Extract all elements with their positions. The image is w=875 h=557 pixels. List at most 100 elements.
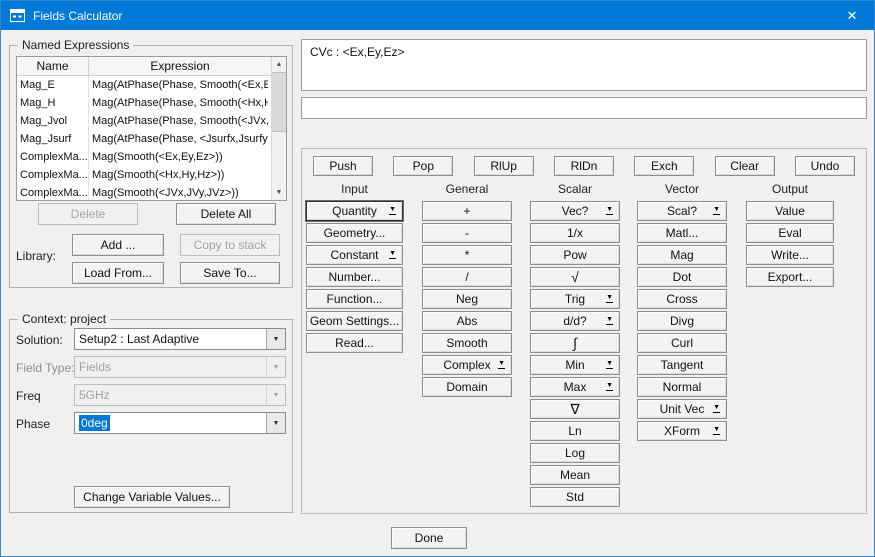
geom-settings-button[interactable]: Geom Settings... bbox=[306, 311, 403, 331]
domain-button[interactable]: Domain bbox=[422, 377, 512, 397]
table-row[interactable]: Mag_Jsurf Mag(AtPhase(Phase, <Jsurfx,Jsu… bbox=[17, 130, 271, 148]
derivative-button[interactable]: d/d? ▼ bbox=[530, 311, 620, 331]
rldn-button[interactable]: RlDn bbox=[554, 156, 614, 176]
table-row[interactable]: ComplexMa... Mag(Smooth(<JVx,JVy,JVz>)) bbox=[17, 184, 271, 201]
scroll-down-icon[interactable]: ▼ bbox=[272, 185, 286, 200]
abs-button[interactable]: Abs bbox=[422, 311, 512, 331]
cell-expression: Mag(AtPhase(Phase, <Jsurfx,Jsurfy,J... bbox=[89, 130, 268, 148]
cell-name: ComplexMa... bbox=[17, 148, 89, 166]
eval-button[interactable]: Eval bbox=[746, 223, 834, 243]
freq-combobox[interactable]: 5GHz ▼ bbox=[74, 384, 286, 406]
solution-label: Solution: bbox=[16, 333, 63, 347]
quantity-button[interactable]: Quantity ▼ bbox=[306, 201, 403, 221]
cell-name: Mag_Jsurf bbox=[17, 130, 89, 148]
table-row[interactable]: Mag_Jvol Mag(AtPhase(Phase, Smooth(<JVx,… bbox=[17, 112, 271, 130]
dot-button[interactable]: Dot bbox=[637, 267, 727, 287]
scroll-thumb[interactable] bbox=[272, 72, 286, 132]
std-button[interactable]: Std bbox=[530, 487, 620, 507]
push-button[interactable]: Push bbox=[313, 156, 373, 176]
table-row[interactable]: Mag_H Mag(AtPhase(Phase, Smooth(<Hx,H... bbox=[17, 94, 271, 112]
close-button[interactable]: ✕ bbox=[830, 1, 874, 30]
nabla-button[interactable]: ∇ bbox=[530, 399, 620, 419]
log-button[interactable]: Log bbox=[530, 443, 620, 463]
save-to-button[interactable]: Save To... bbox=[180, 262, 280, 284]
function-button[interactable]: Function... bbox=[306, 289, 403, 309]
neg-button[interactable]: Neg bbox=[422, 289, 512, 309]
divg-button[interactable]: Divg bbox=[637, 311, 727, 331]
column-header-expression[interactable]: Expression bbox=[89, 57, 271, 75]
multiply-button[interactable]: * bbox=[422, 245, 512, 265]
library-add-button[interactable]: Add ... bbox=[72, 234, 164, 256]
stack-display[interactable]: CVc : <Ex,Ey,Ez> bbox=[301, 39, 867, 91]
constant-button[interactable]: Constant ▼ bbox=[306, 245, 403, 265]
column-header-name[interactable]: Name bbox=[17, 57, 89, 75]
integral-button[interactable]: ∫ bbox=[530, 333, 620, 353]
context-legend: Context: project bbox=[18, 312, 110, 326]
mag-button[interactable]: Mag bbox=[637, 245, 727, 265]
change-variable-values-button[interactable]: Change Variable Values... bbox=[74, 486, 230, 508]
clear-button[interactable]: Clear bbox=[715, 156, 775, 176]
phase-combobox[interactable]: 0deg ▼ bbox=[74, 412, 286, 434]
stack-top-entry[interactable]: CVc : <Ex,Ey,Ez> bbox=[310, 45, 858, 59]
copy-to-stack-button[interactable]: Copy to stack bbox=[180, 234, 280, 256]
scal-button[interactable]: Scal? ▼ bbox=[637, 201, 727, 221]
button-label: d/d? bbox=[563, 314, 586, 328]
write-button[interactable]: Write... bbox=[746, 245, 834, 265]
menu-down-icon: ▼ bbox=[606, 206, 613, 215]
delete-button[interactable]: Delete bbox=[38, 203, 138, 225]
cell-name: Mag_H bbox=[17, 94, 89, 112]
ln-button[interactable]: Ln bbox=[530, 421, 620, 441]
undo-button[interactable]: Undo bbox=[795, 156, 855, 176]
load-from-button[interactable]: Load From... bbox=[72, 262, 164, 284]
min-button[interactable]: Min ▼ bbox=[530, 355, 620, 375]
matl-button[interactable]: Matl... bbox=[637, 223, 727, 243]
normal-button[interactable]: Normal bbox=[637, 377, 727, 397]
button-label: * bbox=[465, 248, 470, 262]
cell-expression: Mag(Smooth(<JVx,JVy,JVz>)) bbox=[89, 184, 268, 201]
tangent-button[interactable]: Tangent bbox=[637, 355, 727, 375]
button-label: Trig bbox=[565, 292, 585, 306]
stack-ops-row: Push Pop RlUp RlDn Exch Clear Undo bbox=[301, 156, 867, 176]
pop-button[interactable]: Pop bbox=[393, 156, 453, 176]
curl-button[interactable]: Curl bbox=[637, 333, 727, 353]
plus-button[interactable]: + bbox=[422, 201, 512, 221]
export-button[interactable]: Export... bbox=[746, 267, 834, 287]
combo-down-icon[interactable]: ▼ bbox=[266, 413, 285, 433]
value-button[interactable]: Value bbox=[746, 201, 834, 221]
pow-button[interactable]: Pow bbox=[530, 245, 620, 265]
rlup-button[interactable]: RlUp bbox=[474, 156, 534, 176]
read-button[interactable]: Read... bbox=[306, 333, 403, 353]
complex-button[interactable]: Complex ▼ bbox=[422, 355, 512, 375]
vec-button[interactable]: Vec? ▼ bbox=[530, 201, 620, 221]
trig-button[interactable]: Trig ▼ bbox=[530, 289, 620, 309]
smooth-button[interactable]: Smooth bbox=[422, 333, 512, 353]
number-button[interactable]: Number... bbox=[306, 267, 403, 287]
solution-combobox[interactable]: Setup2 : Last Adaptive ▼ bbox=[74, 328, 286, 350]
xform-button[interactable]: XForm ▼ bbox=[637, 421, 727, 441]
delete-all-button[interactable]: Delete All bbox=[176, 203, 276, 225]
unit-vec-button[interactable]: Unit Vec ▼ bbox=[637, 399, 727, 419]
table-scrollbar[interactable]: ▲ ▼ bbox=[271, 57, 286, 200]
scalar-column-header: Scalar bbox=[530, 182, 620, 196]
sqrt-button[interactable]: √ bbox=[530, 267, 620, 287]
reciprocal-button[interactable]: 1/x bbox=[530, 223, 620, 243]
exch-button[interactable]: Exch bbox=[634, 156, 694, 176]
button-label: Normal bbox=[663, 380, 702, 394]
field-type-combobox[interactable]: Fields ▼ bbox=[74, 356, 286, 378]
combo-down-icon: ▼ bbox=[266, 357, 285, 377]
cross-button[interactable]: Cross bbox=[637, 289, 727, 309]
geometry-button[interactable]: Geometry... bbox=[306, 223, 403, 243]
scroll-up-icon[interactable]: ▲ bbox=[272, 57, 286, 72]
app-icon bbox=[10, 9, 25, 22]
table-row[interactable]: ComplexMa... Mag(Smooth(<Hx,Hy,Hz>)) bbox=[17, 166, 271, 184]
done-button[interactable]: Done bbox=[391, 527, 467, 549]
max-button[interactable]: Max ▼ bbox=[530, 377, 620, 397]
table-body: Name Expression Mag_E Mag(AtPhase(Phase,… bbox=[17, 57, 271, 200]
minus-button[interactable]: - bbox=[422, 223, 512, 243]
button-label: Eval bbox=[778, 226, 801, 240]
table-row[interactable]: ComplexMa... Mag(Smooth(<Ex,Ey,Ez>)) bbox=[17, 148, 271, 166]
table-row[interactable]: Mag_E Mag(AtPhase(Phase, Smooth(<Ex,E... bbox=[17, 76, 271, 94]
combo-down-icon[interactable]: ▼ bbox=[266, 329, 285, 349]
mean-button[interactable]: Mean bbox=[530, 465, 620, 485]
divide-button[interactable]: / bbox=[422, 267, 512, 287]
